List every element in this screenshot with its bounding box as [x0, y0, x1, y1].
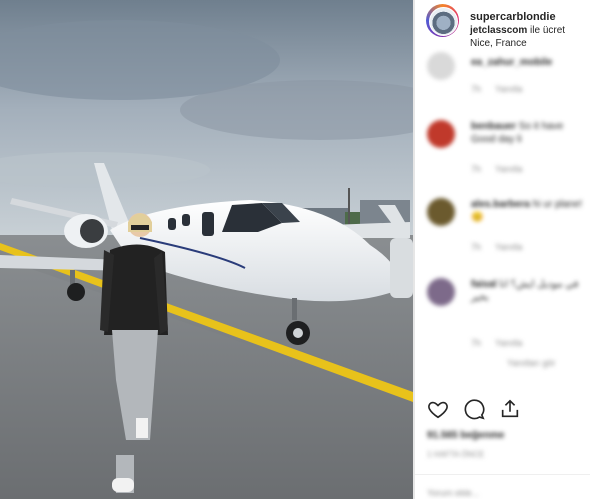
comment-author[interactable]: benbauer	[471, 121, 516, 132]
share-icon[interactable]	[499, 398, 521, 420]
sponsor-suffix: ile ücret	[530, 25, 566, 36]
comment-text: benbauer So it have Good day li	[471, 120, 585, 146]
comment-meta: 7h Yanıtla	[471, 242, 536, 252]
comment-text: ea_zahur_mobile	[471, 56, 585, 69]
comment-author[interactable]: faisal	[471, 279, 497, 290]
sponsor-account[interactable]: jetclasscom	[470, 25, 527, 36]
comment-avatar[interactable]	[427, 278, 455, 306]
author-avatar[interactable]	[426, 4, 459, 37]
comment-meta: 7h Yanıtla	[471, 84, 536, 94]
like-count[interactable]: 91.565 beğenme	[427, 430, 504, 441]
post-header: supercarblondie jetclasscom ile ücret Ni…	[415, 0, 590, 49]
comment-avatar[interactable]	[427, 198, 455, 226]
paid-partnership: jetclasscom ile ücret	[470, 25, 565, 36]
post-time-ago: 1 HAFTA ÖNCE	[427, 450, 485, 459]
reply-button[interactable]: Yanıtla	[495, 84, 522, 94]
comment-text: ales.barbera hi ur plane! 😊	[471, 198, 585, 224]
reply-button[interactable]: Yanıtla	[495, 338, 522, 348]
comment-meta: 7h Yanıtla	[471, 164, 536, 174]
comment-time: 7h	[471, 338, 482, 348]
comment-time: 7h	[471, 242, 482, 252]
comment-icon[interactable]	[463, 398, 485, 420]
post-photo[interactable]	[0, 0, 413, 499]
author-username[interactable]: supercarblondie	[470, 11, 556, 23]
comment-text: faisal في موديل ايش؟ انا بخير	[471, 278, 585, 304]
reply-button[interactable]: Yanıtla	[495, 164, 522, 174]
comment-meta: 7h Yanıtla	[471, 338, 536, 348]
view-replies[interactable]: Yanıtları gör	[507, 358, 555, 368]
heart-icon[interactable]	[427, 398, 449, 420]
jet-photo-illustration	[0, 0, 413, 499]
post-actions	[427, 398, 577, 422]
reply-button[interactable]: Yanıtla	[495, 242, 522, 252]
add-comment-input[interactable]: Yorum ekle...	[427, 488, 479, 498]
comment-avatar[interactable]	[427, 120, 455, 148]
comment-time: 7h	[471, 164, 482, 174]
post-location[interactable]: Nice, France	[470, 38, 527, 49]
comment-time: 7h	[471, 84, 482, 94]
comment-avatar[interactable]	[427, 52, 455, 80]
comment-author[interactable]: ales.barbera	[471, 199, 530, 210]
comment-author[interactable]: ea_zahur_mobile	[471, 57, 552, 68]
post-side-panel: supercarblondie jetclasscom ile ücret Ni…	[415, 0, 590, 499]
add-comment-divider	[415, 474, 590, 475]
